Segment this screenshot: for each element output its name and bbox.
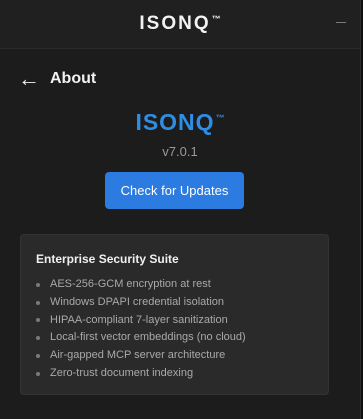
- window-title-text: ISONQ: [139, 13, 211, 34]
- features-list: AES-256-GCM encryption at rest Windows D…: [36, 276, 246, 383]
- feature-text: Local-first vector embeddings (no cloud): [50, 331, 246, 344]
- feature-text: HIPAA-compliant 7-layer sanitization: [50, 313, 228, 326]
- features-title: Enterprise Security Suite: [36, 252, 179, 266]
- bullet-icon: [36, 371, 40, 376]
- scrollbar[interactable]: [349, 48, 359, 418]
- feature-item: Zero-trust document indexing: [36, 365, 246, 383]
- brand-logo-text: ISONQ™: [0, 109, 360, 136]
- title-bar: ISONQ™: [0, 0, 360, 49]
- feature-item: Windows DPAPI credential isolation: [36, 294, 246, 312]
- window-title-trademark: ™: [211, 13, 221, 24]
- bullet-icon: [36, 318, 40, 323]
- features-panel: Enterprise Security Suite AES-256-GCM en…: [20, 234, 329, 395]
- feature-item: AES-256-GCM encryption at rest: [36, 276, 246, 294]
- bullet-icon: [36, 336, 40, 341]
- brand-name: ISONQ: [135, 109, 215, 135]
- window-title: ISONQ™: [0, 13, 360, 35]
- app-window: ISONQ™ ← About ISONQ™ v7.0.1 Check for U…: [0, 0, 361, 419]
- page-header: ← About: [18, 66, 96, 92]
- feature-item: Air-gapped MCP server architecture: [36, 347, 246, 365]
- minimize-button[interactable]: [336, 22, 346, 23]
- feature-item: Local-first vector embeddings (no cloud): [36, 329, 246, 347]
- bullet-icon: [36, 354, 40, 359]
- feature-text: Zero-trust document indexing: [50, 366, 194, 379]
- version-label: v7.0.1: [162, 144, 198, 159]
- back-arrow-icon[interactable]: ←: [18, 68, 40, 90]
- bullet-icon: [36, 282, 40, 287]
- feature-text: AES-256-GCM encryption at rest: [50, 278, 211, 290]
- feature-text: Air-gapped MCP server architecture: [50, 349, 226, 362]
- page-title: About: [50, 70, 97, 87]
- bullet-icon: [36, 300, 40, 305]
- feature-item: HIPAA-compliant 7-layer sanitization: [36, 312, 246, 330]
- brand-trademark: ™: [215, 113, 225, 124]
- check-for-updates-button[interactable]: Check for Updates: [105, 172, 244, 209]
- feature-text: Windows DPAPI credential isolation: [50, 295, 225, 308]
